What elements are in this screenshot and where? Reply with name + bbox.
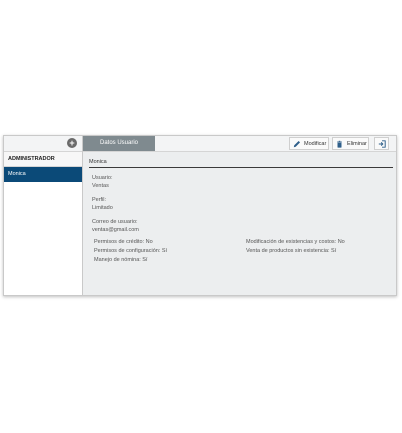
correo-value: ventas@gmail.com [92, 227, 139, 233]
sidebar-item-monica[interactable]: Monica [4, 167, 82, 182]
modify-label: Modificar [304, 141, 327, 147]
users-window: + ADMINISTRADOR Monica Datos Usuario Mod… [3, 135, 397, 296]
exit-button[interactable] [374, 137, 389, 150]
tab-datos-usuario[interactable]: Datos Usuario [83, 136, 155, 151]
permiso-nomina: Manejo de nómina: Sí [94, 257, 148, 263]
permiso-configuracion: Permisos de configuración: Sí [94, 248, 168, 254]
users-sidebar: + ADMINISTRADOR Monica [4, 136, 83, 295]
trash-icon [337, 140, 342, 148]
sidebar-toolbar: + [4, 136, 82, 152]
permiso-venta-sin-existencia: Venta de productos sin existencia: Sí [246, 248, 337, 254]
usuario-value: Ventas [92, 183, 109, 189]
delete-button[interactable]: Eliminar [332, 137, 369, 150]
permiso-existencias: Modificación de existencias y costos: No [246, 239, 345, 245]
correo-label: Correo de usuario: [92, 219, 138, 225]
user-detail-panel: Datos Usuario Modificar Eliminar Monica … [83, 136, 396, 295]
user-name-heading: Monica [89, 159, 107, 165]
perfil-label: Perfil: [92, 197, 107, 203]
add-circle-icon[interactable]: + [67, 138, 77, 148]
heading-divider [89, 167, 393, 168]
pencil-icon [293, 140, 301, 148]
delete-label: Eliminar [347, 141, 367, 147]
perfil-field: Perfil: Limitado [92, 196, 113, 212]
detail-toolbar: Datos Usuario Modificar Eliminar [83, 136, 396, 152]
permiso-credito: Permisos de crédito: No [94, 239, 153, 245]
usuario-field: Usuario: Ventas [92, 174, 112, 190]
exit-icon [378, 140, 386, 148]
perfil-value: Limitado [92, 205, 113, 211]
group-header-administrador: ADMINISTRADOR [4, 152, 82, 167]
usuario-label: Usuario: [92, 175, 113, 181]
correo-field: Correo de usuario: ventas@gmail.com [92, 218, 139, 234]
modify-button[interactable]: Modificar [289, 137, 329, 150]
